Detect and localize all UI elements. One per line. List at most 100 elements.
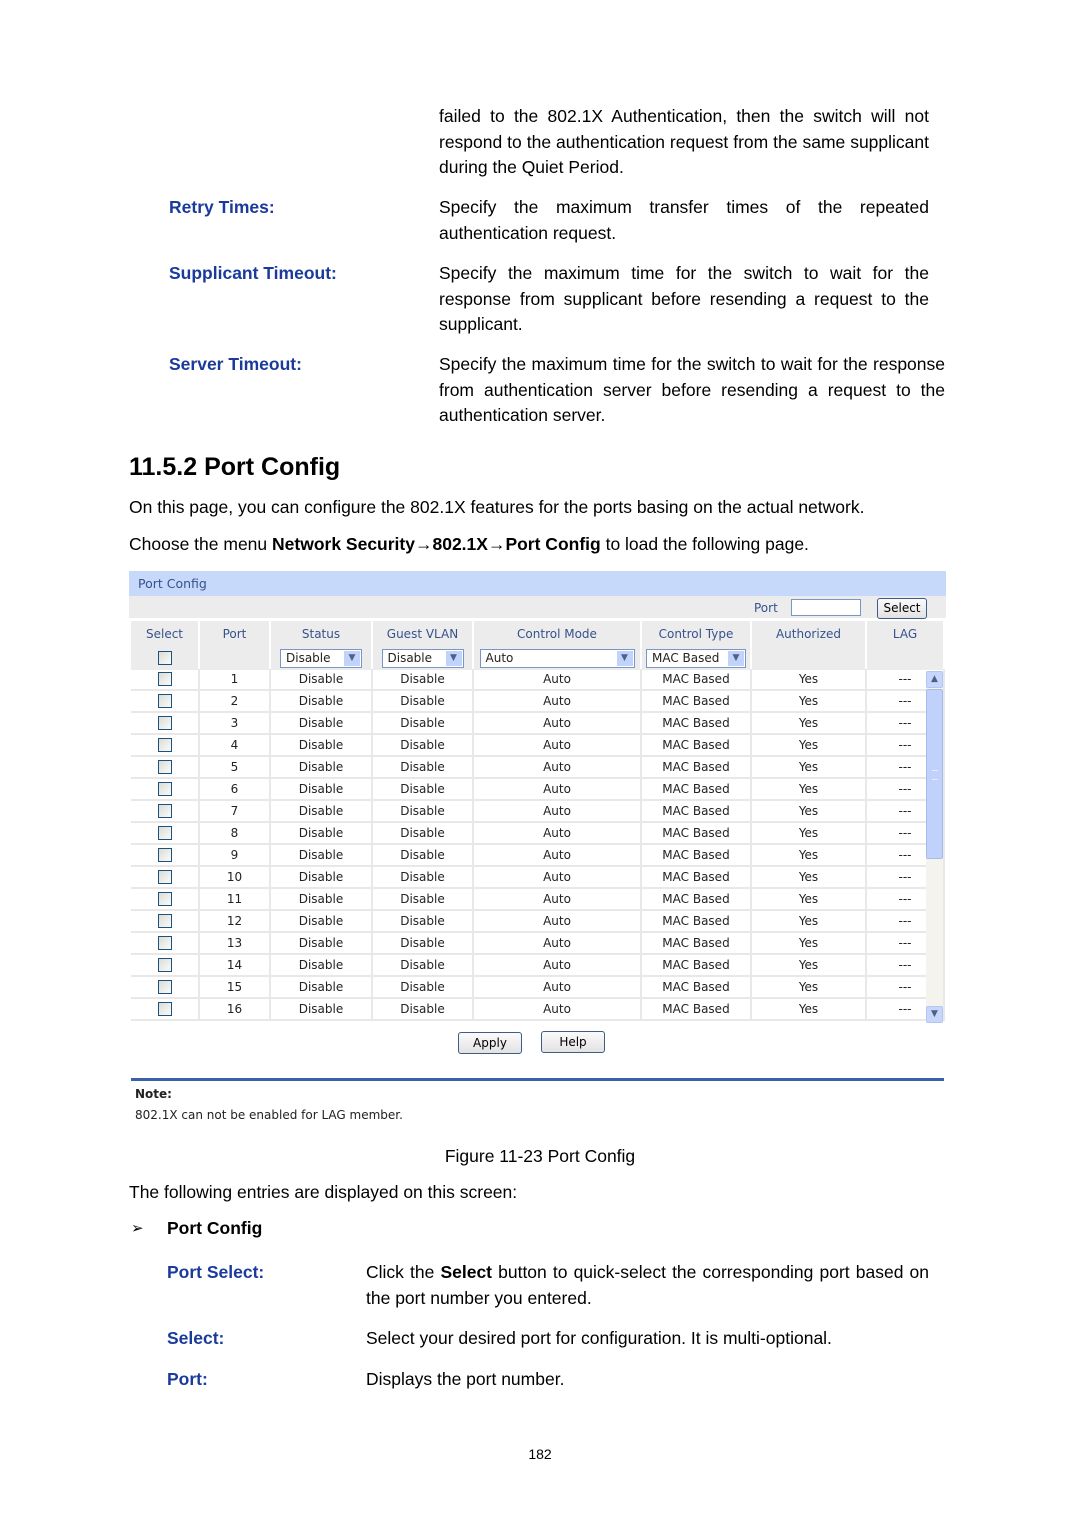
col-header-authorized: Authorized	[752, 621, 867, 646]
cell-port: 15	[200, 977, 271, 999]
row-select-checkbox[interactable]	[157, 738, 172, 753]
cell-control-mode: Auto	[474, 735, 642, 757]
select-button[interactable]: Select	[877, 598, 927, 619]
table-scrollbar[interactable]: ▲ ▼	[926, 671, 943, 1023]
apply-button[interactable]: Apply	[458, 1032, 522, 1054]
col-header-control-mode: Control Mode	[474, 621, 642, 646]
cell-guest-vlan: Disable	[373, 691, 474, 713]
cell-authorized: Yes	[752, 735, 867, 757]
cell-status: Disable	[271, 845, 373, 867]
scroll-up-arrow-icon[interactable]: ▲	[926, 671, 943, 688]
port-config-panel: Port Config Port Select Select Port Stat…	[129, 571, 946, 1131]
select-all-checkbox[interactable]	[157, 651, 172, 666]
table-row: 15 Disable Disable Auto MAC Based Yes ---	[131, 977, 945, 999]
section-heading: 11.5.2 Port Config	[129, 453, 341, 481]
cell-control-mode: Auto	[474, 911, 642, 933]
cell-authorized: Yes	[752, 933, 867, 955]
status-dropdown-value: Disable	[286, 651, 331, 665]
control-mode-dropdown-value: Auto	[485, 651, 514, 665]
cell-control-mode: Auto	[474, 999, 642, 1021]
cell-guest-vlan: Disable	[373, 867, 474, 889]
term-retry-times: Retry Times:	[169, 197, 275, 217]
chevron-down-icon: ▼	[445, 650, 462, 666]
cell-select	[131, 713, 200, 735]
bullet-arrow-icon: ➢	[131, 1220, 144, 1237]
port-table: 1 Disable Disable Auto MAC Based Yes --- 2 Disab…	[131, 669, 945, 1021]
desc-server-timeout: Specify the maximum time for the switch …	[439, 354, 945, 425]
cell-guest-vlan: Disable	[373, 713, 474, 735]
cell-status: Disable	[271, 801, 373, 823]
cell-control-type: MAC Based	[642, 867, 752, 889]
col-header-port: Port	[200, 621, 271, 646]
cell-authorized: Yes	[752, 999, 867, 1021]
desc-port: Displays the port number.	[366, 1369, 565, 1389]
scroll-down-arrow-icon[interactable]: ▼	[926, 1006, 943, 1023]
note-title: Note:	[135, 1087, 172, 1101]
cell-port: 8	[200, 823, 271, 845]
port-input[interactable]	[791, 599, 861, 616]
row-select-checkbox[interactable]	[157, 826, 172, 841]
term-server-timeout: Server Timeout:	[169, 354, 302, 374]
cell-status: Disable	[271, 867, 373, 889]
table-row: 3 Disable Disable Auto MAC Based Yes ---	[131, 713, 945, 735]
guest-vlan-dropdown-value: Disable	[387, 651, 433, 665]
cell-authorized: Yes	[752, 801, 867, 823]
row-select-checkbox[interactable]	[157, 694, 172, 709]
menu-path-prefix: Choose the menu	[129, 534, 273, 554]
table-row: 2 Disable Disable Auto MAC Based Yes ---	[131, 691, 945, 713]
entries-intro: The following entries are displayed on t…	[129, 1182, 518, 1202]
cell-status: Disable	[271, 735, 373, 757]
row-select-checkbox[interactable]	[157, 1002, 172, 1017]
term-port-select: Port Select:	[167, 1262, 265, 1282]
cell-port: 3	[200, 713, 271, 735]
cell-port: 12	[200, 911, 271, 933]
cell-control-type: MAC Based	[642, 999, 752, 1021]
cell-guest-vlan: Disable	[373, 955, 474, 977]
table-row: 1 Disable Disable Auto MAC Based Yes ---	[131, 669, 945, 691]
cell-guest-vlan: Disable	[373, 801, 474, 823]
row-select-checkbox[interactable]	[157, 848, 172, 863]
menu-path-suffix: to load the following page.	[600, 534, 809, 554]
row-select-checkbox[interactable]	[157, 980, 172, 995]
cell-status: Disable	[271, 977, 373, 999]
row-select-checkbox[interactable]	[157, 936, 172, 951]
term-supplicant-timeout: Supplicant Timeout:	[169, 263, 337, 283]
cell-select	[131, 933, 200, 955]
note-text: 802.1X can not be enabled for LAG member…	[135, 1108, 403, 1122]
cell-control-mode: Auto	[474, 801, 642, 823]
help-button[interactable]: Help	[541, 1031, 605, 1053]
cell-control-type: MAC Based	[642, 845, 752, 867]
cell-status: Disable	[271, 955, 373, 977]
cell-select	[131, 735, 200, 757]
row-select-checkbox[interactable]	[157, 672, 172, 687]
table-row: 11 Disable Disable Auto MAC Based Yes ---	[131, 889, 945, 911]
port-table-scroll-area: 1 Disable Disable Auto MAC Based Yes --- 2 Disab…	[131, 669, 946, 1021]
cell-authorized: Yes	[752, 955, 867, 977]
row-select-checkbox[interactable]	[157, 870, 172, 885]
row-select-checkbox[interactable]	[157, 760, 172, 775]
cell-guest-vlan: Disable	[373, 933, 474, 955]
row-select-checkbox[interactable]	[157, 782, 172, 797]
row-select-checkbox[interactable]	[157, 914, 172, 929]
row-select-checkbox[interactable]	[157, 892, 172, 907]
table-row: 6 Disable Disable Auto MAC Based Yes ---	[131, 779, 945, 801]
control-mode-dropdown[interactable]: Auto ▼	[479, 648, 635, 668]
table-row: 8 Disable Disable Auto MAC Based Yes ---	[131, 823, 945, 845]
port-table-header: Select Port Status Guest VLAN Control Mo…	[131, 621, 945, 672]
cell-authorized: Yes	[752, 823, 867, 845]
cell-control-type: MAC Based	[642, 779, 752, 801]
cell-status: Disable	[271, 669, 373, 691]
row-select-checkbox[interactable]	[157, 716, 172, 731]
guest-vlan-dropdown[interactable]: Disable ▼	[381, 648, 464, 668]
desc-port-select-bold: Select	[440, 1262, 493, 1282]
control-type-dropdown[interactable]: MAC Based ▼	[646, 648, 746, 668]
scroll-thumb[interactable]	[926, 689, 943, 859]
cell-control-type: MAC Based	[642, 735, 752, 757]
cell-control-mode: Auto	[474, 713, 642, 735]
cell-authorized: Yes	[752, 713, 867, 735]
cell-status: Disable	[271, 757, 373, 779]
cell-port: 11	[200, 889, 271, 911]
row-select-checkbox[interactable]	[157, 958, 172, 973]
status-dropdown[interactable]: Disable ▼	[280, 648, 362, 668]
row-select-checkbox[interactable]	[157, 804, 172, 819]
